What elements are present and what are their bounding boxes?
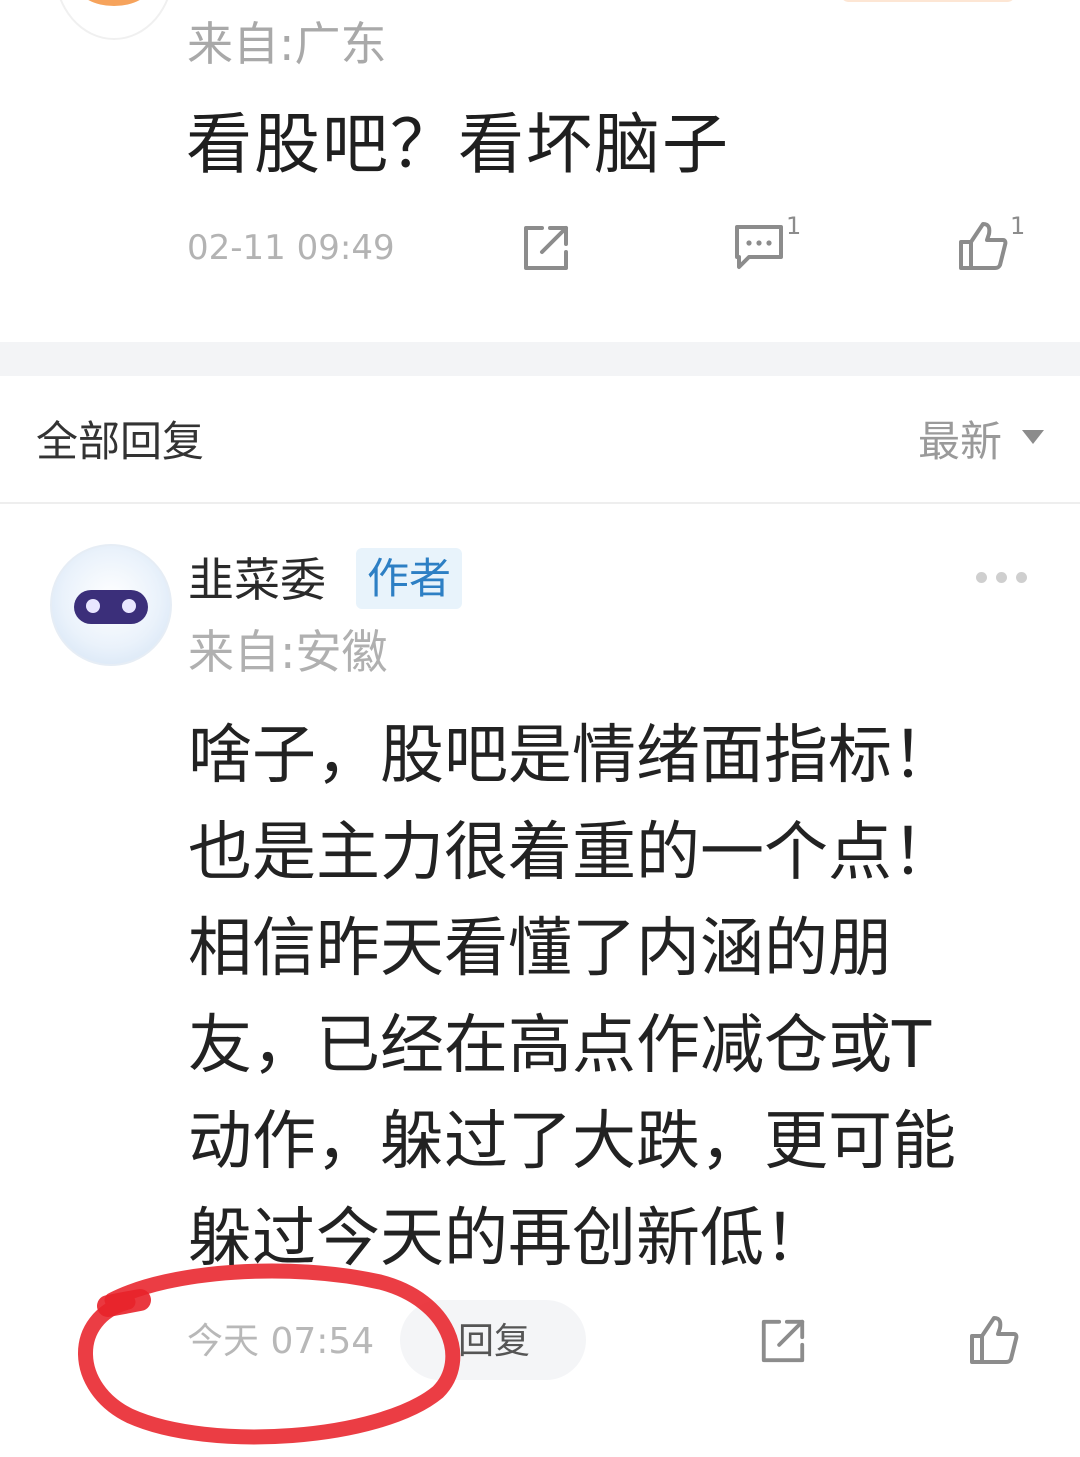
reply-content-line: 相信昨天看懂了内涵的朋 xyxy=(188,912,892,986)
more-icon[interactable] xyxy=(976,572,1028,584)
reply-content-line: 也是主力很着重的一个点！ xyxy=(188,815,956,890)
share-icon[interactable] xyxy=(758,1316,808,1366)
reply-button-label[interactable]: 回复 xyxy=(458,1320,530,1364)
reply-content-line: 友，已经在高点作减仓或T xyxy=(188,1008,932,1083)
top-post-timestamp: 02-11 09:49 xyxy=(187,228,395,268)
reply-content: 啥子，股吧是情绪面指标！ 也是主力很着重的一个点！ 相信昨天看懂了内涵的朋 友，… xyxy=(188,708,1018,1287)
like-count: 1 xyxy=(1010,212,1026,240)
share-icon[interactable] xyxy=(520,222,572,274)
reply-location: 来自:安徽 xyxy=(188,625,388,679)
header-divider xyxy=(0,502,1080,504)
comment-count: 1 xyxy=(786,212,802,240)
comment-icon[interactable] xyxy=(733,223,785,271)
author-badge: 作者 xyxy=(356,548,462,609)
top-post-tag xyxy=(840,0,1016,2)
reply-content-line: 躲过今天的再创新低！ xyxy=(188,1201,828,1276)
like-icon[interactable] xyxy=(968,1314,1020,1366)
like-icon[interactable] xyxy=(957,220,1009,272)
sort-dropdown[interactable]: 最新 xyxy=(918,414,1002,470)
reply-timestamp: 今天 07:54 xyxy=(187,1321,375,1362)
top-post-text: 看股吧？看坏脑子 xyxy=(186,106,730,183)
caret-down-icon[interactable] xyxy=(1022,430,1044,444)
all-replies-title: 全部回复 xyxy=(36,417,205,466)
top-post-location: 来自:广东 xyxy=(187,17,387,71)
section-divider xyxy=(0,342,1080,376)
reply-content-line: 啥子，股吧是情绪面指标！ xyxy=(188,719,956,793)
avatar[interactable] xyxy=(50,544,172,666)
reply-content-line: 动作，躲过了大跌，更可能 xyxy=(188,1105,956,1179)
reply-username[interactable]: 韭菜委 xyxy=(188,550,326,610)
top-post-avatar[interactable] xyxy=(54,0,174,40)
